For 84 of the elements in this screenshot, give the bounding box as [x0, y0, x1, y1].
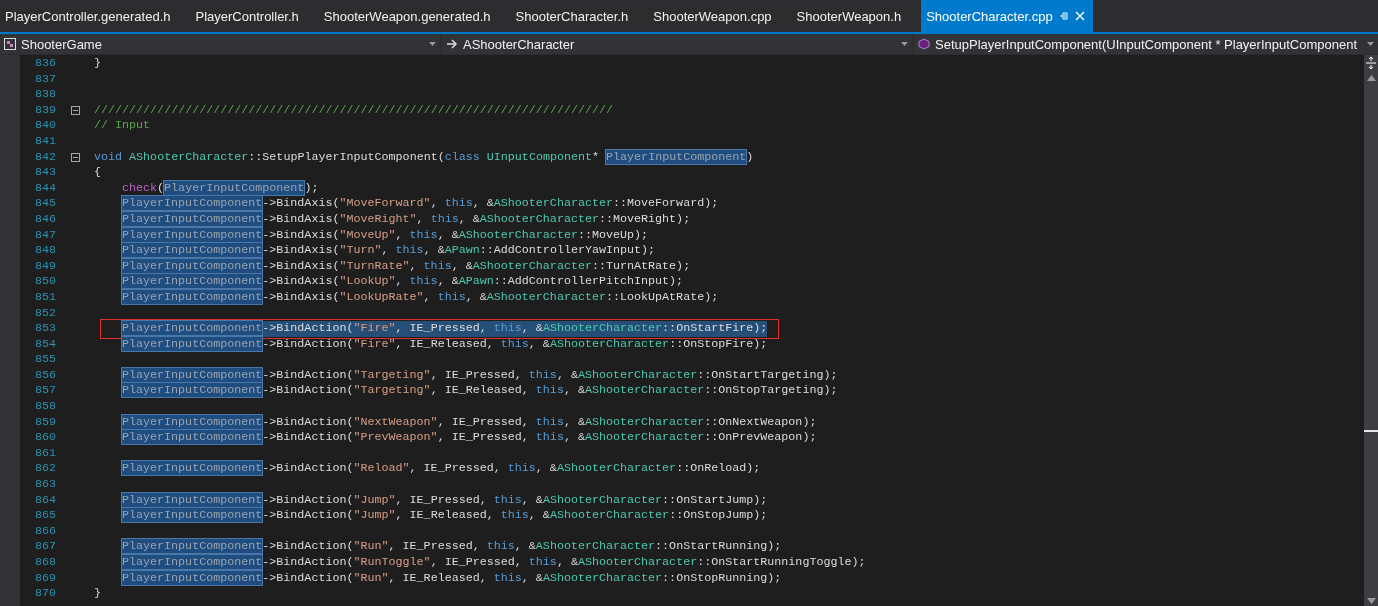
line-number: 855	[33, 352, 56, 368]
code-line: PlayerInputComponent->BindAction("Run", IE_Pressed, this, &AShooterCharacter::OnStartRunning);	[121, 539, 782, 555]
code-line: PlayerInputComponent->BindAction("Run", IE_Released, this, &AShooterCharacter::OnStopRunning);	[121, 570, 782, 587]
line-number: 844	[33, 180, 56, 197]
navigation-dropdown[interactable]: ShooterGame	[0, 34, 440, 54]
file-tab[interactable]: ShooterCharacter.cpp	[921, 0, 1093, 32]
line-number: 846	[33, 211, 56, 228]
code-line: }	[94, 56, 101, 72]
code-line: PlayerInputComponent->BindAxis("LookUp", this, &APawn::AddControllerPitchInput);	[121, 274, 684, 290]
line-number: 856	[33, 367, 56, 384]
line-number: 857	[33, 383, 56, 400]
code-line: PlayerInputComponent->BindAction("NextWeapon", IE_Pressed, this, &AShooterCharacter::OnNextWeapon);	[121, 414, 817, 431]
code-line: PlayerInputComponent->BindAxis("Turn", this, &APawn::AddControllerYawInput);	[121, 243, 656, 259]
file-tab[interactable]: PlayerController.generated.h	[0, 0, 191, 32]
code-line: PlayerInputComponent->BindAction("PrevWeapon", IE_Pressed, this, &AShooterCharacter::OnPrevWeapon);	[121, 430, 817, 446]
file-tab[interactable]: ShooterWeapon.h	[791, 0, 922, 32]
line-number: 848	[33, 243, 56, 259]
code-line: PlayerInputComponent->BindAction("Reload", IE_Pressed, this, &AShooterCharacter::OnReload);	[121, 461, 761, 478]
line-number: 858	[33, 399, 56, 415]
close-icon[interactable]	[1074, 11, 1085, 21]
line-number: 840	[33, 118, 56, 134]
line-number: 851	[33, 289, 56, 306]
code-line: {	[94, 165, 101, 181]
arrow-icon	[446, 38, 458, 50]
line-number: 867	[33, 539, 56, 555]
scroll-down-icon[interactable]	[1366, 598, 1376, 604]
code-line: PlayerInputComponent->BindAxis("MoveForward", this, &AShooterCharacter::MoveForward);	[121, 196, 719, 212]
line-number: 859	[33, 414, 56, 431]
code-line: //////////////////////////////////////////////////////////////////////////	[94, 102, 613, 119]
code-line: PlayerInputComponent->BindAction("Jump", IE_Pressed, this, &AShooterCharacter::OnStartJump);	[121, 492, 768, 509]
line-number: 869	[33, 570, 56, 587]
line-number: 862	[33, 461, 56, 478]
navigation-dropdown[interactable]: AShooterCharacter	[442, 34, 912, 54]
code-line: check(PlayerInputComponent);	[121, 180, 319, 197]
file-tab[interactable]: ShooterWeapon.generated.h	[318, 0, 511, 32]
line-number: 852	[33, 305, 56, 322]
collapse-icon[interactable]	[71, 152, 80, 162]
line-number: 863	[33, 477, 56, 493]
navigation-dropdown[interactable]: SetupPlayerInputComponent(UInputComponent * PlayerInputComponent	[914, 34, 1378, 54]
project-icon	[4, 38, 16, 50]
line-number: 845	[33, 196, 56, 212]
code-line: void AShooterCharacter::SetupPlayerInputComponent(class UInputComponent* PlayerInputComponent)	[94, 149, 754, 166]
line-number: 837	[33, 71, 56, 88]
file-tab[interactable]: ShooterCharacter.h	[510, 0, 649, 32]
scroll-up-icon[interactable]	[1366, 75, 1376, 81]
file-tab[interactable]: ShooterWeapon.cpp	[648, 0, 792, 32]
line-number: 836	[33, 56, 56, 72]
line-number: 842	[33, 149, 56, 166]
line-number: 870	[33, 586, 56, 602]
line-number: 860	[33, 430, 56, 446]
line-number: 853	[33, 321, 56, 337]
cube-icon	[918, 38, 930, 50]
code-line: PlayerInputComponent->BindAction("Jump", IE_Released, this, &AShooterCharacter::OnStopJump);	[121, 508, 768, 524]
line-number: 838	[33, 87, 56, 103]
code-line: PlayerInputComponent->BindAxis("TurnRate", this, &AShooterCharacter::TurnAtRate);	[121, 258, 691, 275]
code-line: PlayerInputComponent->BindAction("Targeting", IE_Pressed, this, &AShooterCharacter::OnStartTargeting);	[121, 367, 838, 384]
line-number: 847	[33, 227, 56, 244]
line-number: 849	[33, 258, 56, 275]
code-line: PlayerInputComponent->BindAction("Fire", IE_Released, this, &AShooterCharacter::OnStopFire);	[121, 336, 768, 353]
collapse-icon[interactable]	[71, 106, 80, 116]
line-number: 868	[33, 555, 56, 571]
code-line: PlayerInputComponent->BindAxis("MoveRight", this, &AShooterCharacter::MoveRight);	[121, 211, 691, 228]
code-line: PlayerInputComponent->BindAxis("LookUpRate", this, &AShooterCharacter::LookUpAtRate);	[121, 289, 719, 306]
line-number: 843	[33, 165, 56, 181]
code-line: PlayerInputComponent->BindAction("Targeting", IE_Released, this, &AShooterCharacter::OnStopTargeting);	[121, 383, 838, 400]
line-number: 865	[33, 508, 56, 524]
line-number: 861	[33, 445, 56, 462]
pin-icon[interactable]	[1058, 11, 1069, 21]
file-tab[interactable]: PlayerController.h	[190, 0, 319, 32]
code-line: // Input	[94, 118, 151, 134]
dropdown-icon	[429, 42, 436, 46]
split-icon[interactable]	[1365, 56, 1377, 70]
vertical-scrollbar[interactable]	[1364, 55, 1378, 606]
code-line: }	[94, 586, 101, 602]
line-number: 854	[33, 336, 56, 353]
code-line: PlayerInputComponent->BindAction("RunToggle", IE_Pressed, this, &AShooterCharacter::OnStartRunningToggle);	[121, 555, 866, 571]
line-number: 864	[33, 492, 56, 509]
line-number: 850	[33, 274, 56, 290]
dropdown-icon	[1367, 42, 1374, 46]
code-line: PlayerInputComponent->BindAxis("MoveUp", this, &AShooterCharacter::MoveUp);	[121, 227, 649, 244]
line-number: 839	[33, 102, 56, 119]
line-number: 841	[33, 133, 56, 150]
dropdown-icon	[901, 42, 908, 46]
line-number: 866	[33, 523, 56, 540]
